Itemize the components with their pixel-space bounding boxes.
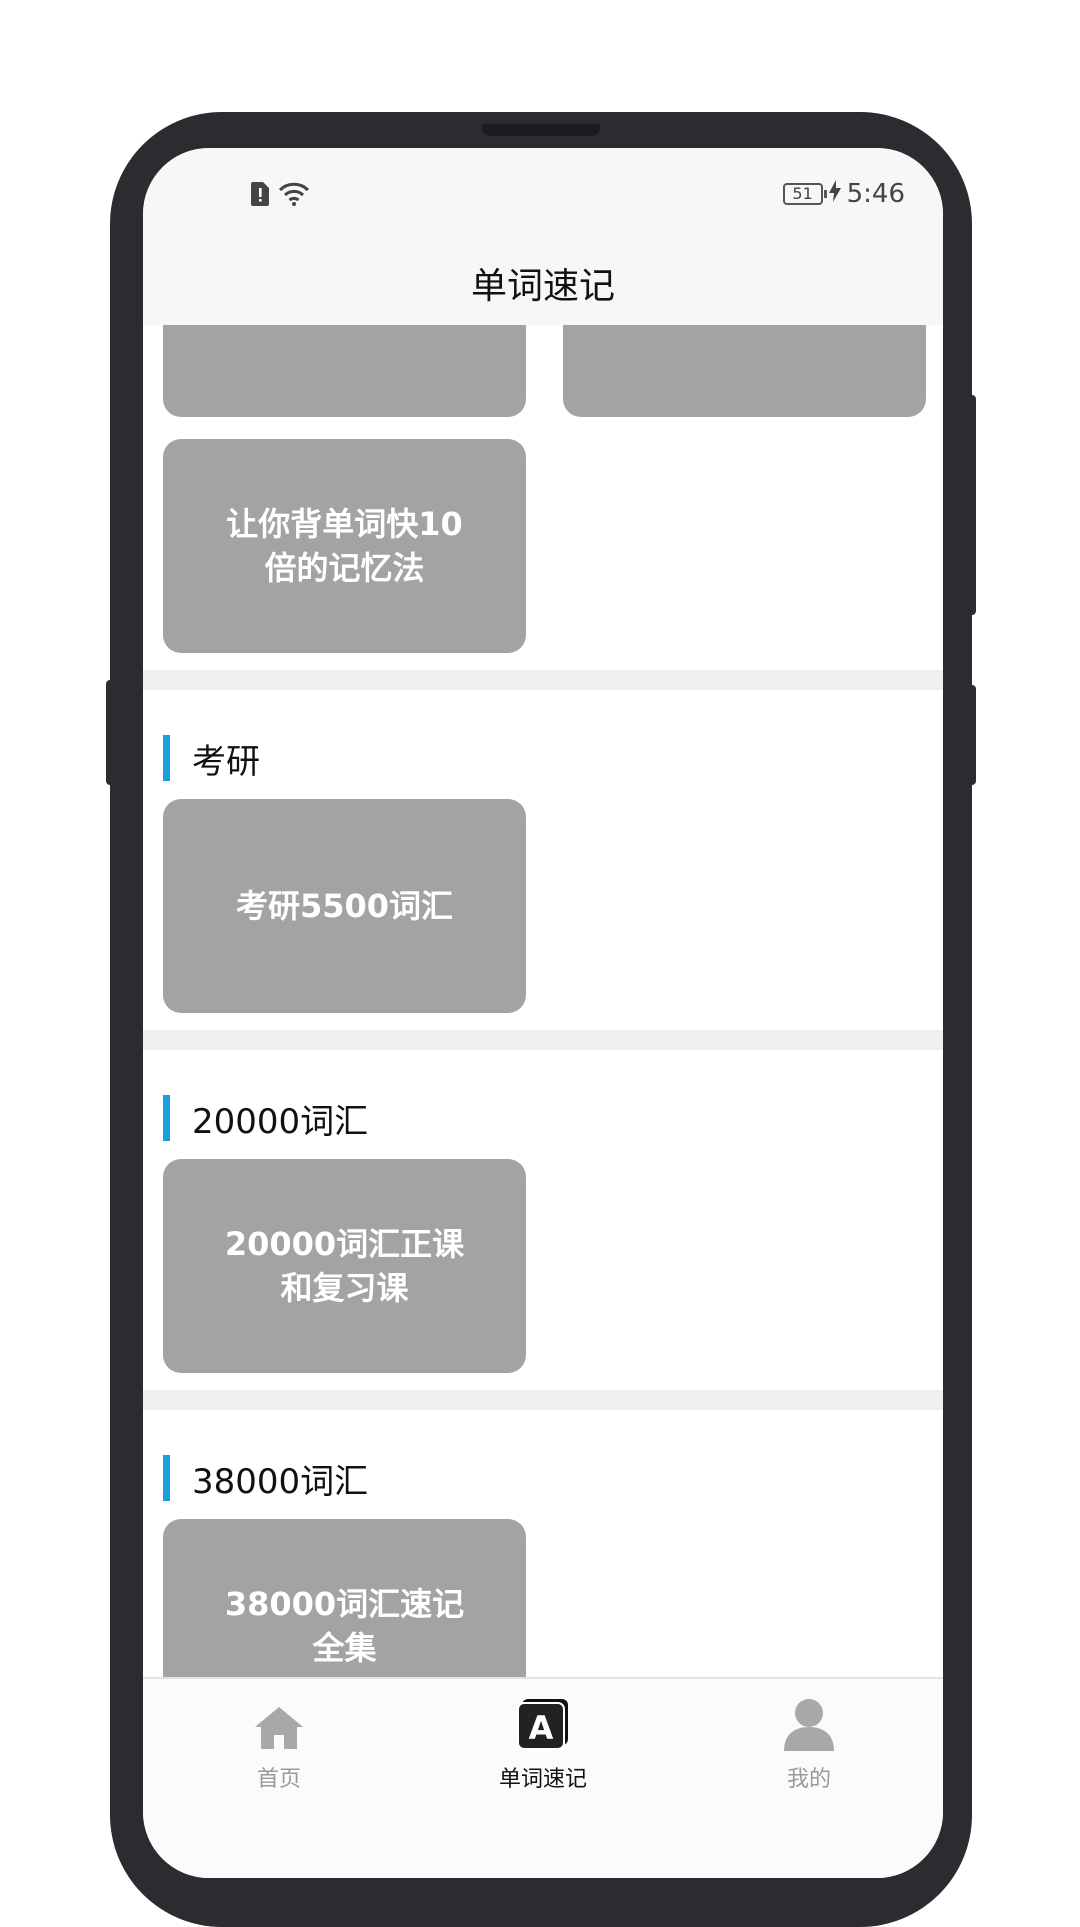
section-divider [143,670,943,690]
course-card-label: 让你背单词快10倍的记忆法 [226,505,463,587]
status-time: 5:46 [846,179,905,209]
course-card[interactable]: 38000词汇速记全集 [163,1519,526,1677]
bottom-nav: 首页 A 单词速记 我的 [143,1677,943,1878]
phone-side-button-volume [968,395,976,615]
course-card-partial-1[interactable] [163,325,526,417]
svg-text:A: A [529,1709,554,1747]
course-card[interactable]: 考研5500词汇 [163,799,526,1013]
section-title-label: 20000词汇 [192,1101,369,1142]
section-divider [143,1030,943,1050]
phone-notch [482,124,600,136]
course-card-partial-2[interactable] [563,325,926,417]
section-accent-bar [163,1095,170,1141]
charging-icon [828,179,841,209]
nav-item-home[interactable]: 首页 [199,1699,359,1793]
section-title-label: 考研 [192,741,260,782]
wifi-icon [278,182,310,210]
course-card-label: 考研5500词汇 [235,887,454,925]
phone-side-button-power [968,685,976,785]
section-divider [143,1390,943,1410]
battery-icon: 51 [782,183,827,205]
user-icon [782,1697,836,1755]
nav-item-mine[interactable]: 我的 [729,1699,889,1793]
sim-alert-icon [250,182,270,210]
section-title-kaoyan: 考研 [163,735,260,782]
nav-label-home: 首页 [256,1767,301,1792]
course-card[interactable]: 让你背单词快10倍的记忆法 [163,439,526,653]
status-bar: 51 5:46 [143,148,943,248]
section-title-38000: 38000词汇 [163,1455,369,1502]
section-title-label: 38000词汇 [192,1461,369,1502]
phone-side-button-left [106,680,114,785]
section-title-20000: 20000词汇 [163,1095,369,1142]
app-screen: 51 5:46 单词速记 让你背单词快10倍的记忆法 考研 考研5500词汇 2… [143,148,943,1878]
nav-item-word-memo[interactable]: A 单词速记 [463,1699,623,1793]
scroll-content[interactable]: 让你背单词快10倍的记忆法 考研 考研5500词汇 20000词汇 20000词… [143,325,943,1677]
home-icon [253,1705,305,1755]
section-accent-bar [163,1455,170,1501]
letter-a-icon: A [516,1699,570,1755]
page-title: 单词速记 [143,248,943,325]
course-card-label: 38000词汇速记全集 [224,1585,465,1667]
course-card[interactable]: 20000词汇正课和复习课 [163,1159,526,1373]
nav-label-word-memo: 单词速记 [498,1767,587,1792]
course-card-label: 20000词汇正课和复习课 [224,1225,465,1307]
section-accent-bar [163,735,170,781]
nav-label-mine: 我的 [786,1767,831,1792]
